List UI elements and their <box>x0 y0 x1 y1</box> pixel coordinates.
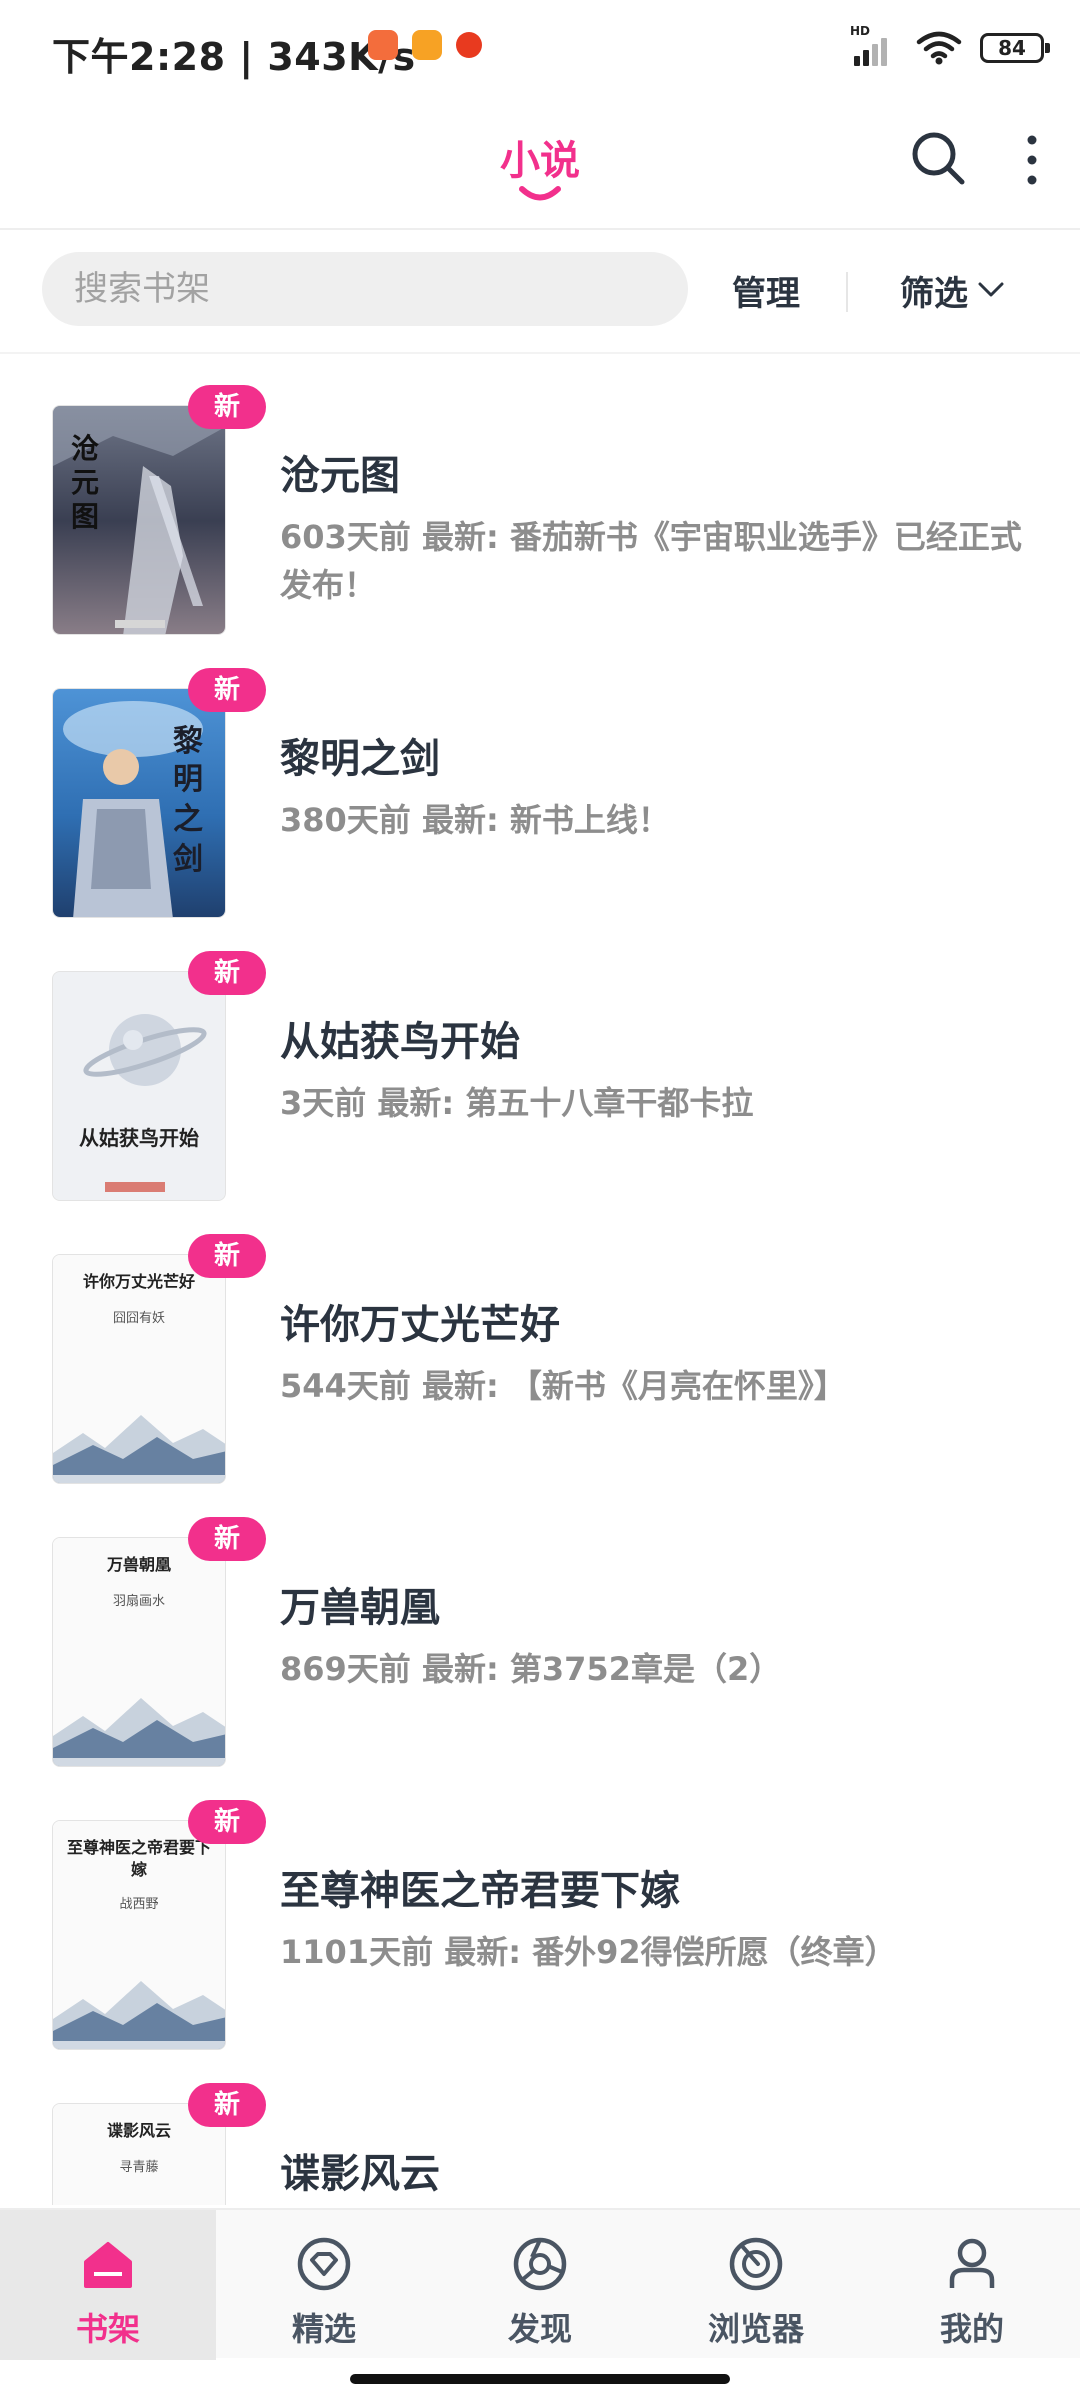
manage-button[interactable]: 管理 <box>700 266 832 314</box>
status-right: HD 84 <box>850 24 1050 66</box>
book-title: 从姑获鸟开始 <box>280 1019 520 1065</box>
chevron-down-icon <box>978 282 1004 297</box>
svg-text:之: 之 <box>173 802 203 837</box>
book-update-info: 603天前 最新: 番茄新书《宇宙职业选手》已经正式发布！ <box>280 518 1022 604</box>
svg-text:明: 明 <box>173 762 203 797</box>
app-brand: 小说 <box>498 128 582 201</box>
book-cover: 许你万丈光芒好 囧囧有妖 <box>52 1254 226 1484</box>
svg-text:剑: 剑 <box>173 842 203 877</box>
filter-button[interactable]: 筛选 <box>900 266 1004 314</box>
toolbar-divider <box>846 272 848 312</box>
shop-app-icon <box>368 30 398 60</box>
new-badge: 新 <box>188 951 266 995</box>
nav-label: 发现 <box>507 2310 572 2348</box>
book-title: 万兽朝凰 <box>280 1585 440 1631</box>
cover-title: 至尊神医之帝君要下嫁 <box>66 1838 211 1879</box>
brand-title: 小说 <box>500 138 580 184</box>
hd-label: HD <box>850 24 871 38</box>
new-badge: 新 <box>188 1234 266 1278</box>
smile-logo-icon <box>519 186 561 201</box>
filter-label: 筛选 <box>900 273 968 314</box>
status-bar: 下午2:28 | 343K/s HD 84 <box>0 0 1080 100</box>
shelf-search-input[interactable] <box>42 252 688 326</box>
cover-title: 从姑获鸟开始 <box>79 1126 199 1150</box>
new-badge: 新 <box>188 668 266 712</box>
new-badge: 新 <box>188 1517 266 1561</box>
nav-profile[interactable]: 我的 <box>864 2210 1080 2360</box>
signal-icon: HD <box>850 24 898 66</box>
mountain-illustration <box>53 1698 225 1766</box>
bookshelf-home-icon <box>84 2242 132 2288</box>
new-badge: 新 <box>188 2083 266 2127</box>
book-title: 许你万丈光芒好 <box>280 1302 560 1348</box>
status-notification-icons <box>368 30 482 60</box>
cover-author: 战西野 <box>119 1897 159 1912</box>
book-update-info: 1101天前 最新: 番外92得偿所愿（终章） <box>280 1933 897 1971</box>
book-cover: 黎 明 之 剑 <box>52 688 226 918</box>
book-item[interactable]: 沧 元 图 新 沧元图 603天前 最新: 番茄新书《宇宙职业选手》已经正式发布… <box>0 355 1080 638</box>
cover-author: 囧囧有妖 <box>112 1311 165 1326</box>
search-icon[interactable] <box>908 128 968 188</box>
nav-featured[interactable]: 精选 <box>216 2210 432 2360</box>
book-item[interactable]: 黎 明 之 剑 新 黎明之剑 380天前 最新: 新书上线！ <box>0 638 1080 921</box>
cover-author: 羽扇画水 <box>112 1594 165 1609</box>
new-badge: 新 <box>188 385 266 429</box>
book-item[interactable]: 万兽朝凰 羽扇画水 新 万兽朝凰 869天前 最新: 第3752章是（2） <box>0 1487 1080 1770</box>
book-update-info: 544天前 最新: 【新书《月亮在怀里》】 <box>280 1367 846 1405</box>
book-update-info: 869天前 最新: 第3752章是（2） <box>280 1650 782 1688</box>
book-item[interactable]: 许你万丈光芒好 囧囧有妖 新 许你万丈光芒好 544天前 最新: 【新书《月亮在… <box>0 1204 1080 1487</box>
profile-icon <box>949 2238 995 2288</box>
more-options-icon[interactable] <box>1014 130 1050 190</box>
browser-icon <box>729 2237 783 2291</box>
status-time: 下午2:28 | 343K/s <box>52 35 416 79</box>
shelf-toolbar: 管理 筛选 <box>0 232 1080 354</box>
battery-indicator: 84 <box>980 33 1050 63</box>
book-item[interactable]: 谍影风云 寻青藤 新 谍影风云 <box>0 2053 1080 2205</box>
mountain-illustration <box>53 1415 225 1483</box>
nav-discover[interactable]: 发现 <box>432 2210 648 2360</box>
featured-icon <box>297 2237 351 2291</box>
gallery-app-icon <box>412 30 442 60</box>
nav-label: 书架 <box>75 2310 140 2348</box>
svg-text:图: 图 <box>71 500 99 533</box>
bookshelf-list: 沧 元 图 新 沧元图 603天前 最新: 番茄新书《宇宙职业选手》已经正式发布… <box>0 355 1080 2205</box>
book-item[interactable]: 至尊神医之帝君要下嫁 战西野 新 至尊神医之帝君要下嫁 1101天前 最新: 番… <box>0 1770 1080 2053</box>
book-update-info: 3天前 最新: 第五十八章干都卡拉 <box>280 1084 754 1122</box>
wifi-icon <box>916 31 962 65</box>
svg-text:黎: 黎 <box>173 724 203 759</box>
svg-text:元: 元 <box>71 466 99 499</box>
home-indicator[interactable] <box>350 2374 730 2384</box>
book-title: 黎明之剑 <box>280 736 440 782</box>
book-cover: 沧 元 图 <box>52 405 226 635</box>
cover-author: 寻青藤 <box>119 2160 159 2175</box>
book-title: 谍影风云 <box>280 2151 440 2197</box>
svg-text:沧: 沧 <box>71 432 99 465</box>
book-title: 沧元图 <box>280 453 400 499</box>
nav-label: 浏览器 <box>707 2310 804 2348</box>
mountain-illustration <box>53 1981 225 2049</box>
discover-icon <box>513 2237 567 2291</box>
nav-browser[interactable]: 浏览器 <box>648 2210 864 2360</box>
nav-bookshelf[interactable]: 书架 <box>0 2210 216 2360</box>
book-item[interactable]: 从姑获鸟开始 新 从姑获鸟开始 3天前 最新: 第五十八章干都卡拉 <box>0 921 1080 1204</box>
app-header: 小说 <box>0 100 1080 230</box>
nav-label: 精选 <box>291 2310 356 2348</box>
book-cover: 至尊神医之帝君要下嫁 战西野 <box>52 1820 226 2050</box>
book-cover: 万兽朝凰 羽扇画水 <box>52 1537 226 1767</box>
book-cover: 从姑获鸟开始 <box>52 971 226 1201</box>
news-app-icon <box>456 32 482 58</box>
book-title: 至尊神医之帝君要下嫁 <box>280 1868 680 1914</box>
bottom-navigation: 书架 精选 发现 浏览器 我的 <box>0 2208 1080 2360</box>
new-badge: 新 <box>188 1800 266 1844</box>
book-update-info: 380天前 最新: 新书上线！ <box>280 801 670 839</box>
nav-label: 我的 <box>939 2310 1004 2348</box>
